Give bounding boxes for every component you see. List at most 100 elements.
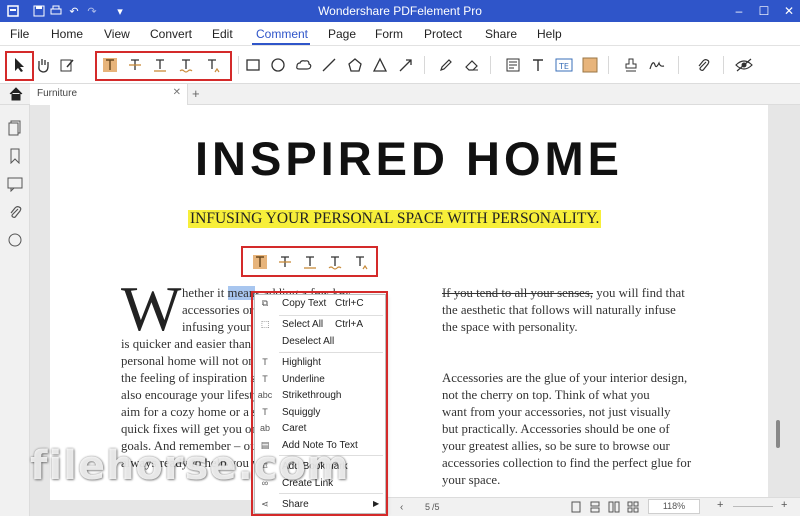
two-page-view-icon[interactable] bbox=[608, 501, 620, 515]
body-text-line: the feeling of inspiration s bbox=[121, 371, 256, 385]
menu-help[interactable]: Help bbox=[537, 27, 562, 41]
title-bar: ↶ ↷ ▾ Wondershare PDFelement Pro – ☐ ✕ bbox=[0, 0, 800, 22]
highlighted-subheading: INFUSING YOUR PERSONAL SPACE WITH PERSON… bbox=[188, 210, 602, 228]
page-heading: INSPIRED HOME bbox=[194, 132, 624, 185]
home-icon[interactable] bbox=[9, 87, 23, 104]
caret-text-icon[interactable] bbox=[352, 254, 368, 273]
body-text-line: your greatest allies, so be sure to brow… bbox=[442, 439, 670, 453]
drop-cap: W bbox=[121, 273, 182, 344]
caret-text-icon[interactable] bbox=[202, 55, 222, 75]
body-text-line: infusing your bbox=[182, 320, 251, 334]
add-tab-icon[interactable]: + bbox=[192, 86, 200, 101]
menu-home[interactable]: Home bbox=[51, 27, 83, 41]
close-tab-icon[interactable]: ✕ bbox=[173, 87, 181, 98]
tab-bar: Furniture ✕ + bbox=[0, 84, 800, 105]
maximize-icon[interactable]: ☐ bbox=[755, 2, 773, 20]
edit-text-icon[interactable] bbox=[57, 55, 77, 75]
tab-furniture[interactable]: Furniture ✕ bbox=[30, 84, 188, 105]
comment-toolbar: TE bbox=[0, 46, 800, 84]
thumbnails-icon[interactable] bbox=[7, 120, 23, 136]
body-text-line: your space. bbox=[442, 473, 501, 487]
continuous-view-icon[interactable] bbox=[589, 501, 601, 515]
menu-bar: File Home View Convert Edit Comment Page… bbox=[0, 22, 800, 46]
scrollbar-thumb[interactable] bbox=[776, 420, 780, 448]
zoom-in-icon[interactable]: + bbox=[781, 499, 787, 511]
window-title: Wondershare PDFelement Pro bbox=[318, 4, 482, 18]
body-text-line: Accessories are the glue of your interio… bbox=[442, 371, 688, 385]
arrow-icon[interactable] bbox=[396, 55, 416, 75]
polygon-icon[interactable] bbox=[345, 55, 365, 75]
menu-protect[interactable]: Protect bbox=[424, 27, 462, 41]
hide-comments-icon[interactable] bbox=[734, 55, 754, 75]
body-text-line: want from your accessories, not just vis… bbox=[442, 405, 671, 419]
cloud-icon[interactable] bbox=[294, 55, 314, 75]
menu-view[interactable]: View bbox=[104, 27, 130, 41]
tab-label: Furniture bbox=[37, 88, 78, 99]
menu-share[interactable]: Share bbox=[485, 27, 517, 41]
search-panel-icon[interactable] bbox=[7, 232, 23, 248]
eraser-icon[interactable] bbox=[462, 55, 482, 75]
highlight-text-icon[interactable] bbox=[252, 254, 268, 273]
body-text-line: but practically. Accessories should be o… bbox=[442, 422, 670, 436]
toolbar-divider bbox=[608, 56, 609, 74]
menu-edit[interactable]: Edit bbox=[212, 27, 233, 41]
menu-page[interactable]: Page bbox=[328, 27, 356, 41]
total-pages: /5 bbox=[432, 502, 440, 512]
body-text-line: accessories or bbox=[182, 303, 254, 317]
toolbar-divider bbox=[490, 56, 491, 74]
stamp-icon[interactable] bbox=[621, 55, 641, 75]
rectangle-icon[interactable] bbox=[243, 55, 263, 75]
underline-text-icon[interactable] bbox=[302, 254, 318, 273]
hand-icon[interactable] bbox=[33, 55, 53, 75]
note-icon[interactable] bbox=[503, 55, 523, 75]
watermark-logo: filehorse.com bbox=[30, 443, 350, 489]
close-window-icon[interactable]: ✕ bbox=[780, 2, 798, 20]
active-menu-underline bbox=[252, 43, 310, 45]
body-text-line: personal home will not or bbox=[121, 354, 253, 368]
body-text-line: aim for a cozy home or a s bbox=[121, 405, 258, 419]
attachment-icon[interactable] bbox=[693, 55, 713, 75]
bookmark-icon[interactable] bbox=[7, 148, 23, 164]
menu-form[interactable]: Form bbox=[375, 27, 403, 41]
text-box-icon[interactable] bbox=[528, 55, 548, 75]
body-text-line: quick fixes will get you on bbox=[121, 422, 258, 436]
current-page[interactable]: 5 bbox=[400, 502, 430, 512]
body-text-fragment: you will find that bbox=[593, 286, 685, 300]
body-text-line: If you tend to all your senses, you will… bbox=[442, 285, 685, 302]
pencil-icon[interactable] bbox=[436, 55, 456, 75]
menu-file[interactable]: File bbox=[10, 27, 29, 41]
triangle-icon[interactable] bbox=[370, 55, 390, 75]
toolbar-divider bbox=[723, 56, 724, 74]
area-highlight-icon[interactable] bbox=[580, 55, 600, 75]
menu-comment[interactable]: Comment bbox=[256, 27, 308, 41]
underline-text-icon[interactable] bbox=[150, 55, 170, 75]
attachments-panel-icon[interactable] bbox=[7, 204, 23, 220]
body-text-line: the space with personality. bbox=[442, 320, 578, 334]
circle-icon[interactable] bbox=[268, 55, 288, 75]
signature-icon[interactable] bbox=[647, 55, 667, 75]
zoom-in-icon[interactable]: + bbox=[717, 499, 723, 511]
line-icon[interactable] bbox=[319, 55, 339, 75]
strikethrough-text: If you tend to all your senses, bbox=[442, 286, 594, 300]
highlight-text-icon[interactable] bbox=[100, 55, 120, 75]
select-arrow-icon[interactable] bbox=[10, 55, 30, 75]
minimize-icon[interactable]: – bbox=[730, 2, 748, 20]
comments-panel-icon[interactable] bbox=[7, 176, 23, 192]
squiggly-text-icon[interactable] bbox=[327, 254, 343, 273]
menu-convert[interactable]: Convert bbox=[150, 27, 192, 41]
squiggly-text-icon[interactable] bbox=[176, 55, 196, 75]
strikethrough-text-icon[interactable] bbox=[277, 254, 293, 273]
single-page-view-icon[interactable] bbox=[570, 501, 582, 515]
text-callout-icon[interactable]: TE bbox=[554, 55, 574, 75]
toolbar-divider bbox=[678, 56, 679, 74]
toolbar-divider bbox=[238, 56, 239, 74]
body-text-fragment: hether it bbox=[182, 286, 225, 300]
body-text-line: is quicker and easier than bbox=[121, 337, 252, 351]
floating-markup-toolbar bbox=[246, 253, 373, 271]
zoom-level-field[interactable]: 118% bbox=[648, 499, 700, 514]
two-page-continuous-icon[interactable] bbox=[627, 501, 639, 515]
zoom-slider[interactable] bbox=[733, 506, 773, 507]
left-sidebar: › bbox=[0, 105, 36, 516]
body-text-line: accessories collection to find the perfe… bbox=[442, 456, 692, 470]
strikethrough-text-icon[interactable] bbox=[125, 55, 145, 75]
